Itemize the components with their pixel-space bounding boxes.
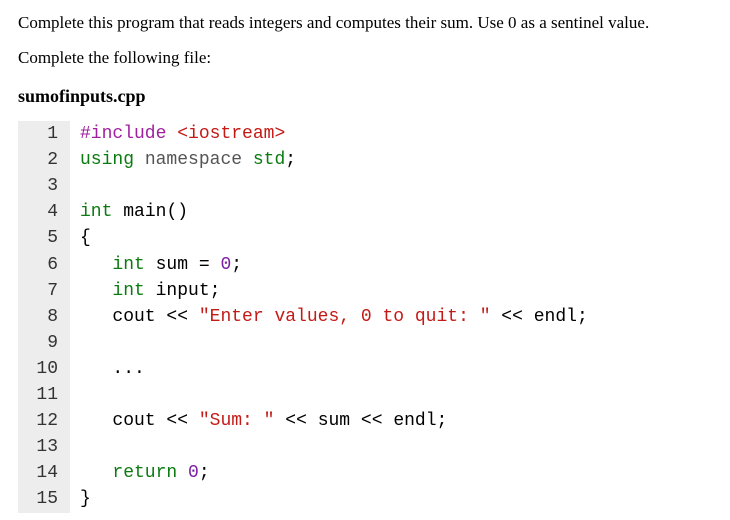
code-content: using namespace std;	[70, 147, 296, 173]
code-content: int sum = 0;	[70, 252, 242, 278]
code-content: {	[70, 225, 91, 251]
page: Complete this program that reads integer…	[0, 0, 730, 513]
line-number: 11	[18, 382, 70, 408]
code-content	[70, 330, 91, 356]
line-number: 4	[18, 199, 70, 225]
line-number: 7	[18, 278, 70, 304]
code-content: cout << "Sum: " << sum << endl;	[70, 408, 447, 434]
code-row: 7 int input;	[18, 278, 712, 304]
code-content: cout << "Enter values, 0 to quit: " << e…	[70, 304, 588, 330]
code-row: 2using namespace std;	[18, 147, 712, 173]
line-number: 1	[18, 121, 70, 147]
line-number: 12	[18, 408, 70, 434]
line-number: 6	[18, 252, 70, 278]
filename: sumofinputs.cpp	[18, 86, 712, 107]
line-number: 9	[18, 330, 70, 356]
code-content	[70, 173, 91, 199]
code-content: int input;	[70, 278, 220, 304]
code-row: 8 cout << "Enter values, 0 to quit: " <<…	[18, 304, 712, 330]
complete-file-label: Complete the following file:	[18, 48, 712, 68]
code-content: int main()	[70, 199, 188, 225]
code-row: 6 int sum = 0;	[18, 252, 712, 278]
code-content: #include <iostream>	[70, 121, 285, 147]
code-row: 5{	[18, 225, 712, 251]
line-number: 5	[18, 225, 70, 251]
line-number: 14	[18, 460, 70, 486]
code-row: 4int main()	[18, 199, 712, 225]
code-content: }	[70, 486, 91, 512]
line-number: 13	[18, 434, 70, 460]
line-number: 8	[18, 304, 70, 330]
code-content	[70, 382, 91, 408]
code-row: 13	[18, 434, 712, 460]
line-number: 2	[18, 147, 70, 173]
code-listing: 1#include <iostream>2using namespace std…	[18, 121, 712, 512]
line-number: 3	[18, 173, 70, 199]
code-row: 3	[18, 173, 712, 199]
code-row: 10 ...	[18, 356, 712, 382]
code-content	[70, 434, 91, 460]
code-row: 12 cout << "Sum: " << sum << endl;	[18, 408, 712, 434]
code-content: return 0;	[70, 460, 210, 486]
problem-statement: Complete this program that reads integer…	[18, 12, 712, 34]
code-row: 11	[18, 382, 712, 408]
code-row: 1#include <iostream>	[18, 121, 712, 147]
line-number: 10	[18, 356, 70, 382]
code-row: 9	[18, 330, 712, 356]
code-row: 15}	[18, 486, 712, 512]
code-row: 14 return 0;	[18, 460, 712, 486]
line-number: 15	[18, 486, 70, 512]
code-content: ...	[70, 356, 145, 382]
